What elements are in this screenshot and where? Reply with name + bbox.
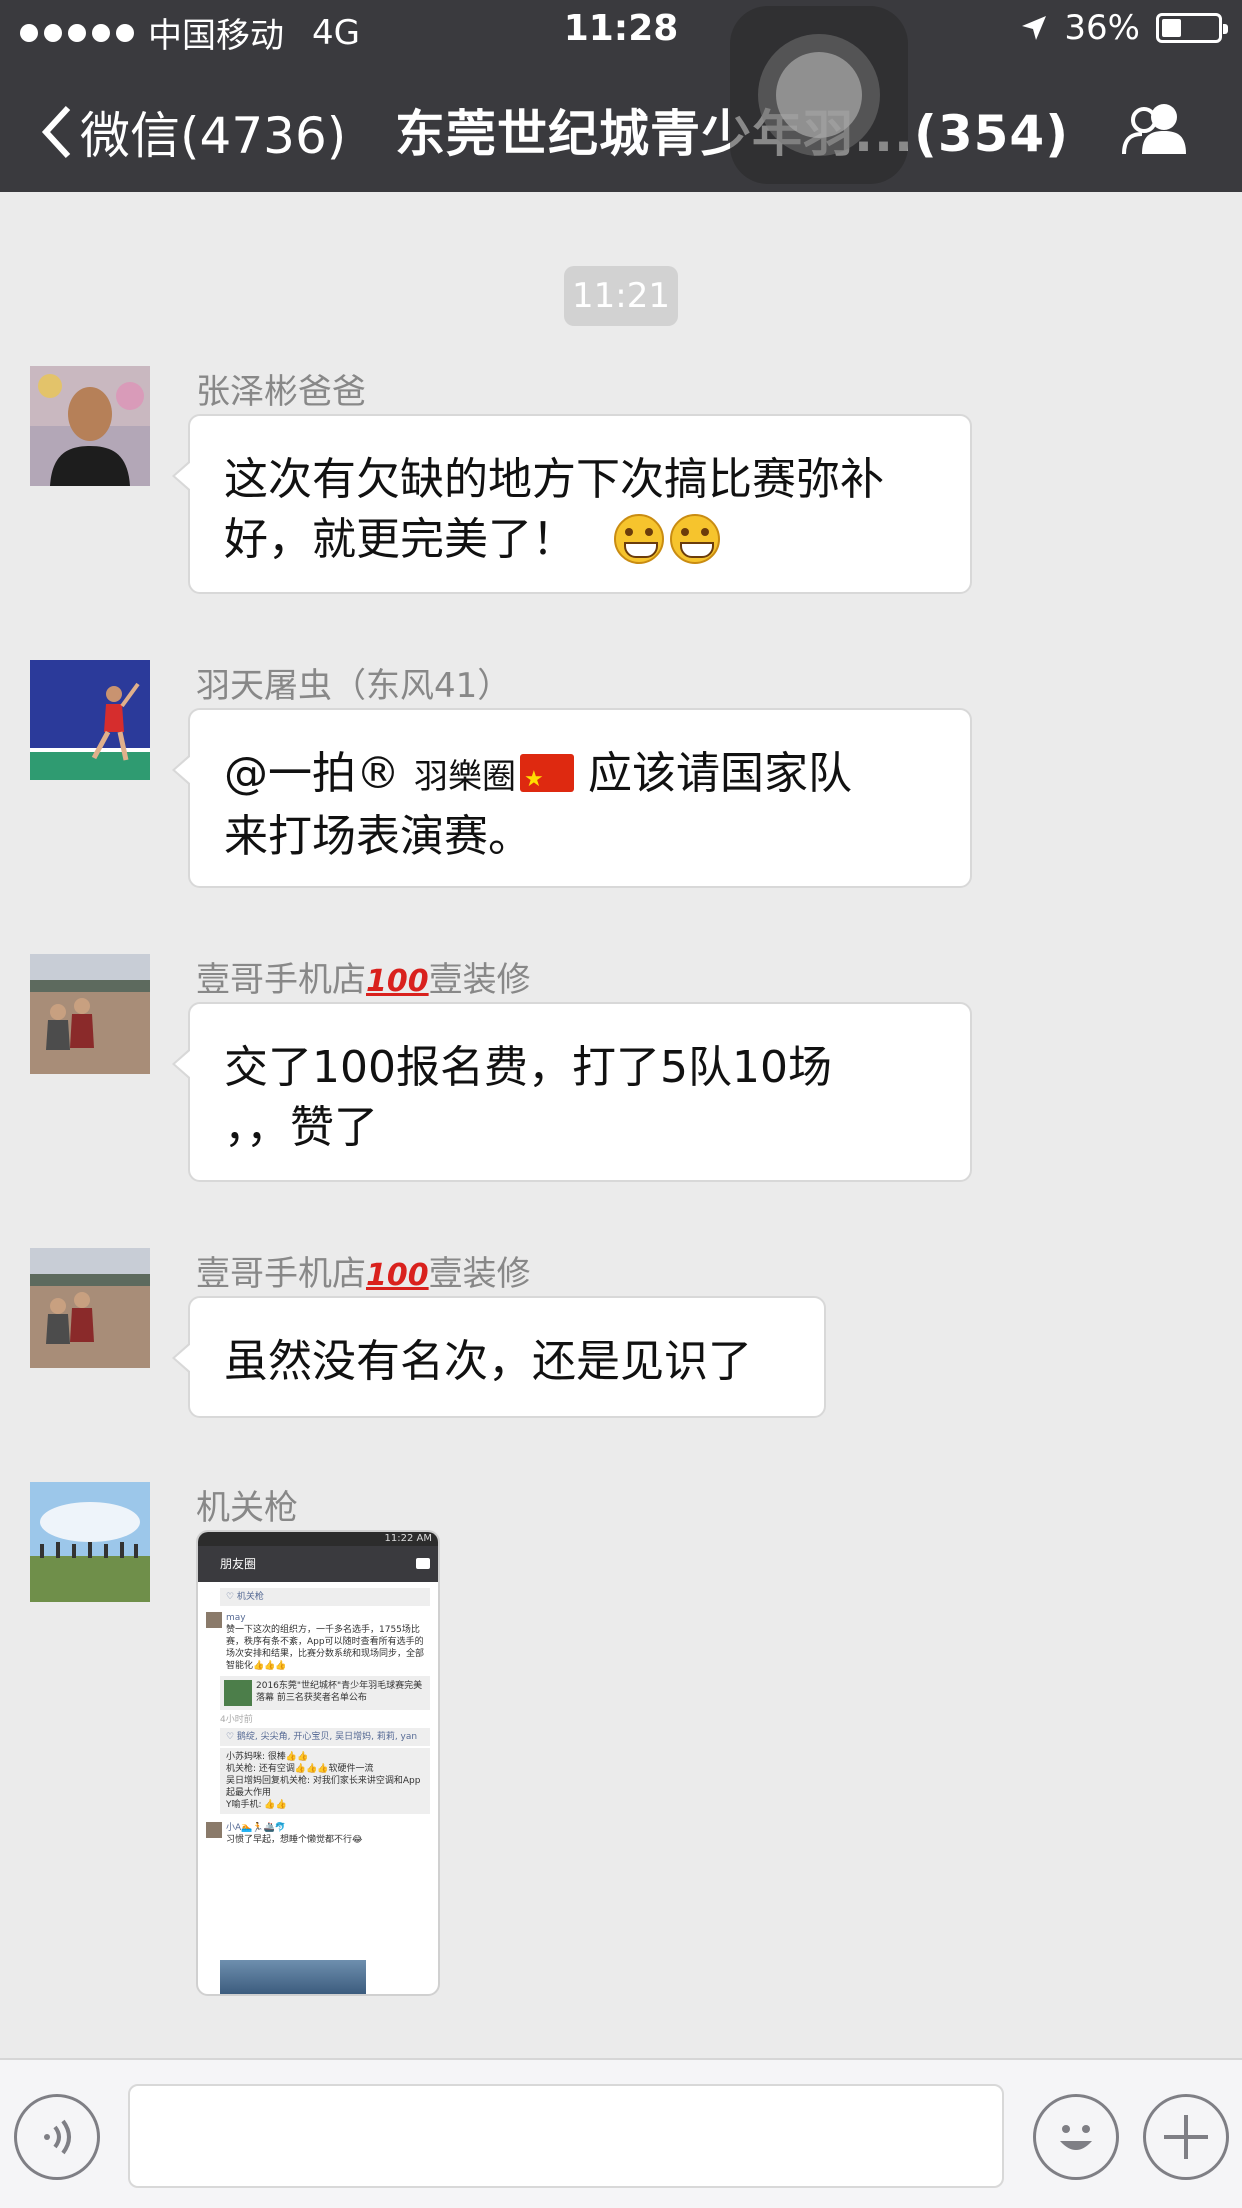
image-comment: 小苏妈咪: 很棒👍👍 <box>226 1752 309 1762</box>
message-text: 这次有欠缺的地方下次搞比赛弥补 <box>224 454 884 505</box>
message-text: 好，就更完美了！ <box>224 514 576 565</box>
avatar[interactable] <box>30 366 150 486</box>
more-button[interactable] <box>1143 2094 1229 2180</box>
voice-button[interactable] <box>14 2094 100 2180</box>
image-comment: Y喻手机: 👍👍 <box>226 1800 287 1810</box>
image-likes: ♡ 鹅绽, 尖尖角, 开心宝贝, 吴日增妈, 莉莉, yan <box>220 1728 430 1746</box>
message-bubble[interactable]: @一拍® 羽樂圈 应该请国家队 来打场表演赛。 <box>172 708 972 888</box>
image-comment: 吴日增妈回复机关枪: 对我们家长来讲空调和App起最大作用 <box>226 1776 421 1798</box>
message-bubble[interactable]: 交了100报名费，打了5队10场 ，，赞了 <box>172 1002 972 1182</box>
voice-icon <box>44 2119 71 2155</box>
location-arrow-icon <box>1022 16 1047 40</box>
back-button[interactable]: 微信(4736) <box>40 96 346 168</box>
image-photo <box>220 1960 366 1994</box>
assistive-touch-button[interactable] <box>730 6 908 184</box>
china-flag-icon <box>520 750 574 810</box>
image-author: 小A🏊🏃🚢🐬 <box>226 1823 286 1833</box>
input-bar <box>0 2058 1242 2208</box>
message-text: 来打场表演赛。 <box>224 811 532 862</box>
image-post-text: 习惯了早起，想睡个懒觉都不行😂 <box>226 1835 363 1845</box>
avatar[interactable] <box>30 954 150 1074</box>
sender-name: 壹哥手机店100壹装修 <box>196 960 531 1000</box>
avatar <box>206 1612 222 1628</box>
image-status-time: 11:22 AM <box>198 1532 438 1546</box>
emoji-button[interactable] <box>1033 2094 1119 2180</box>
grinning-face-icon <box>614 514 664 564</box>
mention[interactable]: @一拍® <box>224 748 400 799</box>
sender-name: 张泽彬爸爸 <box>196 372 366 412</box>
sender-name: 羽天屠虫（东风41） <box>196 666 512 706</box>
sender-name: 机关枪 <box>196 1488 298 1528</box>
image-author: may <box>226 1613 246 1623</box>
image-header: 朋友圈 <box>198 1546 438 1582</box>
top-bar: 中国移动 4G 11:28 36% 微信(4736) 东莞世纪城青少年羽...(… <box>0 0 1242 192</box>
nav-bar: 微信(4736) 东莞世纪城青少年羽...(354) <box>0 70 1242 182</box>
message-text: 虽然没有名次，还是见识了 <box>224 1336 752 1387</box>
image-message[interactable]: 11:22 AM 朋友圈 ♡ 机关枪 may 赞一下这次的组织方，一千多名选手，… <box>196 1530 440 1996</box>
message-text: 应该请国家队 <box>588 748 852 799</box>
chevron-left-icon <box>41 105 71 159</box>
message-text: ，，赞了 <box>224 1102 378 1153</box>
sender-name: 壹哥手机店100壹装修 <box>196 1254 531 1294</box>
camera-icon <box>416 1558 430 1569</box>
image-time-ago: 4小时前 <box>220 1715 253 1725</box>
hundred-points-icon: 100 <box>366 964 429 999</box>
status-bar: 中国移动 4G 11:28 36% <box>0 0 1242 62</box>
battery-percent: 36% <box>1064 8 1140 48</box>
back-label: 微信(4736) <box>80 107 347 165</box>
image-link-card: 2016东莞"世纪城杯"青少年羽毛球赛完美落幕 前三名获奖者名单公布 <box>220 1676 430 1710</box>
avatar[interactable] <box>30 1248 150 1368</box>
message-text: 交了100报名费，打了5队10场 <box>224 1042 832 1093</box>
hundred-points-icon: 100 <box>366 1258 429 1293</box>
image-post-text: 赞一下这次的组织方，一千多名选手，1755场比赛，秩序有条不紊，App可以随时查… <box>226 1625 425 1671</box>
message-input[interactable] <box>128 2084 1004 2188</box>
image-liker: ♡ 机关枪 <box>220 1588 430 1606</box>
avatar <box>206 1822 222 1838</box>
emoji-icon <box>1060 2125 1092 2150</box>
avatar[interactable] <box>30 1482 150 1602</box>
chat-timestamp: 11:21 <box>564 266 678 326</box>
group-members-icon[interactable] <box>1120 100 1192 168</box>
image-comment: 机关枪: 还有空调👍👍👍软硬件一流 <box>226 1764 374 1774</box>
grinning-face-icon <box>670 514 720 564</box>
mention-suffix: 羽樂圈 <box>414 757 516 797</box>
message-bubble[interactable]: 这次有欠缺的地方下次搞比赛弥补 好，就更完美了！ <box>172 414 972 594</box>
plus-icon <box>1164 2115 1208 2159</box>
message-bubble[interactable]: 虽然没有名次，还是见识了 <box>172 1296 826 1418</box>
avatar[interactable] <box>30 660 150 780</box>
battery-icon <box>1156 13 1228 43</box>
